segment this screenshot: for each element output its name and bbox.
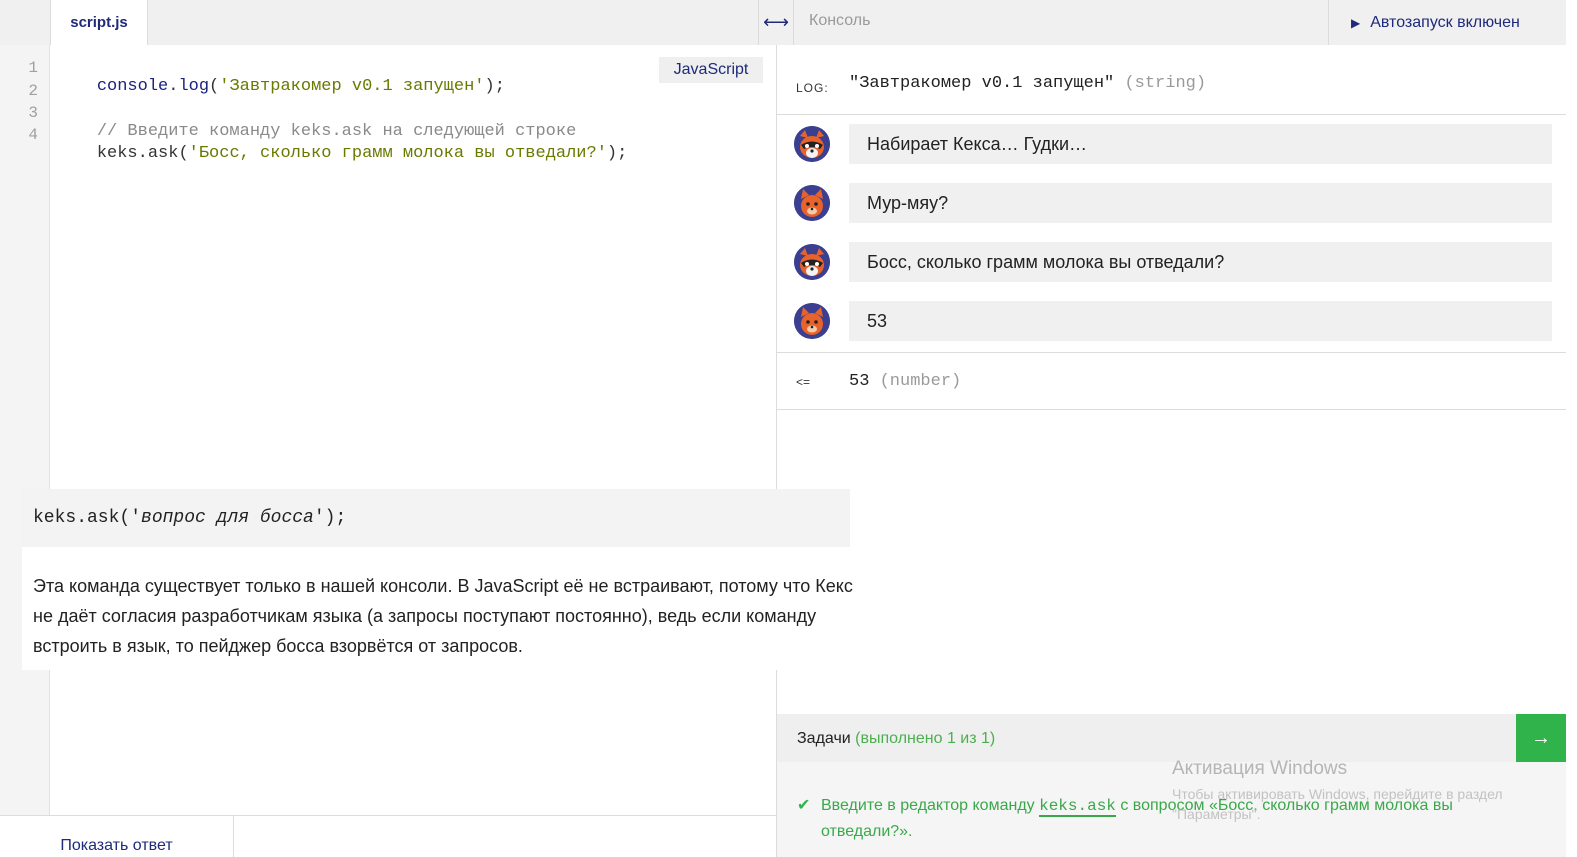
code-editor[interactable]: script.js 1 2 3 4 console.log('Завтраком… xyxy=(0,0,776,857)
panel-splitter[interactable]: ⟷ xyxy=(758,0,794,45)
log-type: (string) xyxy=(1124,74,1207,93)
arrow-right-icon: → xyxy=(1531,726,1551,749)
cat-avatar-icon xyxy=(794,185,830,221)
tab-script-js[interactable]: script.js xyxy=(50,0,148,45)
tasks-list: ✔ Введите в редактор команду keks.ask с … xyxy=(777,758,1566,857)
code-token-paren-open: ( xyxy=(209,77,220,96)
task-code: keks.ask xyxy=(1039,797,1116,817)
autorun-toggle[interactable]: ▶ Автозапуск включен xyxy=(1328,0,1566,45)
line-number: 2 xyxy=(28,82,38,100)
code-token-method: log xyxy=(178,77,210,96)
chat-bubble: Набирает Кекса… Гудки… xyxy=(849,124,1552,164)
code-token-paren-close: ); xyxy=(606,144,628,163)
chat-bubble: Мур-мяу? xyxy=(849,183,1552,223)
hint-code-suffix: '); xyxy=(313,508,347,528)
log-label: LOG: xyxy=(796,81,829,95)
task-text-before: Введите в редактор команду xyxy=(821,797,1040,814)
chat-message: Мур-мяу? xyxy=(777,183,1566,223)
code-line-4[interactable]: keks.ask('Босс, сколько грамм молока вы … xyxy=(56,125,628,182)
console-result-entry: <= 53 (number) xyxy=(777,352,1566,410)
watermark-title: Активация Windows xyxy=(1172,758,1348,779)
code-token-object: console xyxy=(96,77,169,96)
raccoon-avatar-icon xyxy=(794,244,830,280)
chat-bubble: 53 xyxy=(849,301,1552,341)
resize-horizontal-icon: ⟷ xyxy=(763,12,789,32)
log-value-text: "Завтракомер v0.1 запущен" xyxy=(849,74,1115,93)
line-number: 4 xyxy=(28,126,38,144)
result-value-text: 53 xyxy=(849,372,870,391)
autorun-label: Автозапуск включен xyxy=(1370,13,1520,31)
line-number: 1 xyxy=(28,59,38,77)
chat-message: Босс, сколько грамм молока вы отведали? xyxy=(777,242,1566,282)
raccoon-avatar-icon xyxy=(794,126,830,162)
result-value: 53 (number) xyxy=(849,372,961,391)
editor-tab-bar: script.js xyxy=(0,0,776,45)
show-answer-button[interactable]: Показать ответ xyxy=(0,816,234,857)
result-type: (number) xyxy=(879,372,962,391)
code-token-string: 'Завтракомер v0.1 запущен' xyxy=(219,77,485,96)
hint-description: Эта команда существует только в нашей ко… xyxy=(33,576,853,656)
code-token-string: 'Босс, сколько грамм молока вы отведали?… xyxy=(188,144,607,163)
code-token-object: keks.ask xyxy=(96,144,179,163)
line-number: 3 xyxy=(28,104,38,122)
chat-bubble: Босс, сколько грамм молока вы отведали? xyxy=(849,242,1552,282)
next-task-button[interactable]: → xyxy=(1516,714,1566,762)
code-token-paren-open: ( xyxy=(178,144,189,163)
result-arrow: <= xyxy=(796,375,811,389)
tasks-title-text: Задачи xyxy=(797,730,851,747)
line-number-gutter: 1 2 3 4 xyxy=(0,45,50,815)
console-title: Консоль xyxy=(809,12,871,29)
hint-card: keks.ask(' вопрос для босса '); Эта команд… xyxy=(22,489,853,670)
editor-bottom-bar: Показать ответ xyxy=(0,815,776,857)
cat-avatar-icon xyxy=(794,303,830,339)
language-badge: JavaScript xyxy=(659,57,763,83)
log-value: "Завтракомер v0.1 запущен" (string) xyxy=(849,74,1206,93)
console-log-entry: LOG: "Завтракомер v0.1 запущен" (string) xyxy=(777,45,1566,115)
tasks-progress: (выполнено 1 из 1) xyxy=(855,730,996,747)
tasks-title: Задачи (выполнено 1 из 1) xyxy=(797,730,995,748)
code-token-dot: . xyxy=(168,77,179,96)
console-header: Консоль ▶ Автозапуск включен xyxy=(777,0,1566,45)
checkmark-icon: ✔ xyxy=(797,797,811,814)
tasks-header[interactable]: Задачи (выполнено 1 из 1) → xyxy=(777,714,1566,762)
code-token-paren-close: ); xyxy=(484,77,505,96)
chat-message: Набирает Кекса… Гудки… xyxy=(777,124,1566,164)
hint-code-prefix: keks.ask(' xyxy=(33,508,142,528)
console-panel: Консоль ▶ Автозапуск включен LOG: "Завтр… xyxy=(776,0,1566,857)
play-icon: ▶ xyxy=(1351,15,1361,30)
chat-message: 53 xyxy=(777,301,1566,341)
hint-code-arg: вопрос для босса xyxy=(141,508,314,528)
hint-code-example: keks.ask(' вопрос для босса '); xyxy=(22,489,850,547)
task-item: Введите в редактор команду keks.ask с во… xyxy=(821,793,1481,845)
